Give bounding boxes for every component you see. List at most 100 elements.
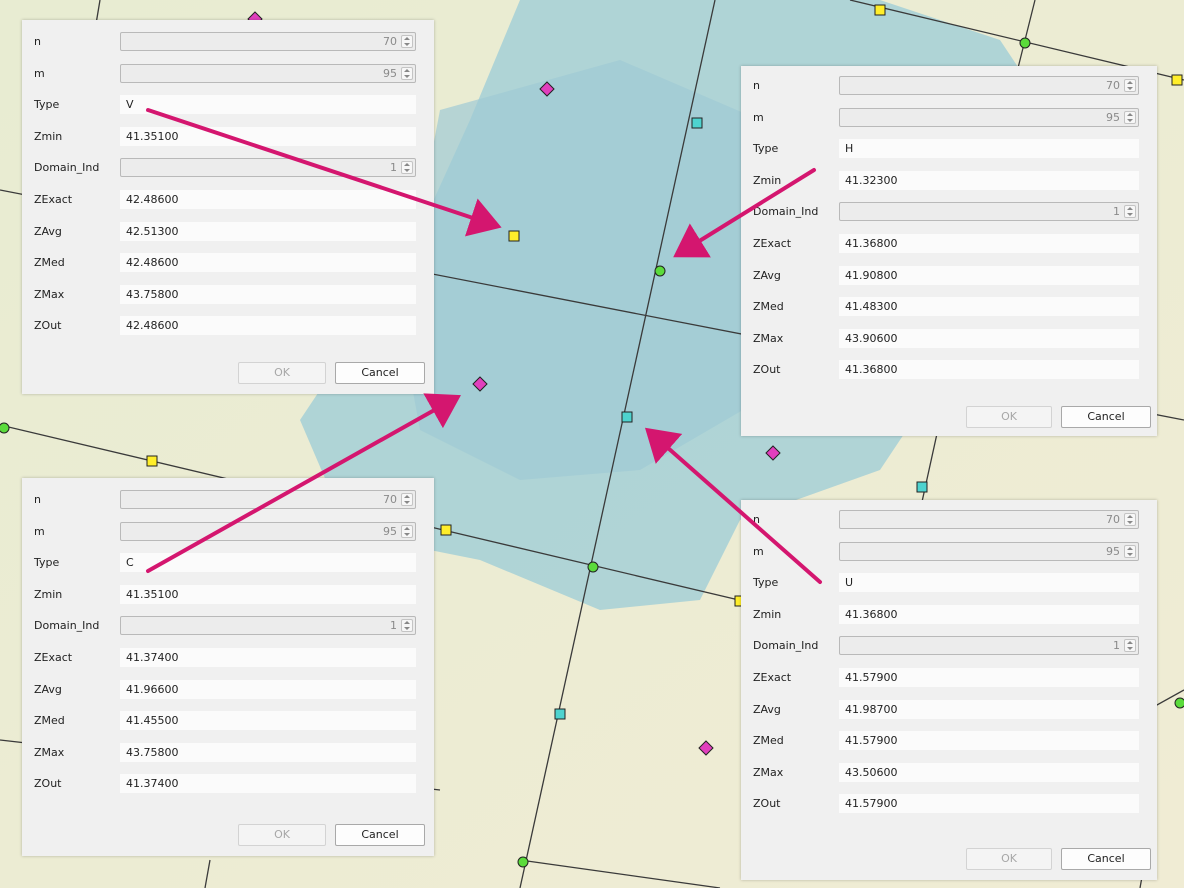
spinbox-arrows-icon[interactable] — [1124, 110, 1136, 124]
spinbox-arrows-icon[interactable] — [401, 161, 413, 175]
field-spinbox-m[interactable]: 95 — [120, 63, 416, 83]
field-value-zmin[interactable]: 41.36800 — [839, 604, 1139, 624]
field-spinbox-domain_ind[interactable]: 1 — [120, 158, 416, 178]
spin-up-arrow-icon[interactable] — [404, 163, 410, 167]
spinbox-arrows-icon[interactable] — [1124, 513, 1136, 526]
spin-down-arrow-icon[interactable] — [404, 74, 410, 78]
field-value-zavg[interactable]: 42.51300 — [120, 221, 416, 241]
spinbox-arrows-icon[interactable] — [1124, 205, 1136, 219]
spinbox-value: 1 — [1113, 205, 1120, 219]
field-value-zavg[interactable]: 41.98700 — [839, 699, 1139, 719]
yellow-square-node — [508, 230, 520, 242]
spin-up-arrow-icon[interactable] — [404, 68, 410, 72]
field-row-zmax: ZMax 43.50600 — [753, 762, 1157, 784]
field-value-zmin[interactable]: 41.35100 — [120, 126, 416, 146]
field-label-n: n — [753, 79, 760, 92]
spinbox-arrows-icon[interactable] — [1124, 79, 1136, 92]
cyan-square-node — [621, 411, 633, 423]
field-spinbox-n[interactable]: 70 — [839, 76, 1139, 95]
spin-down-arrow-icon[interactable] — [404, 501, 410, 504]
spin-up-arrow-icon[interactable] — [1127, 546, 1133, 550]
field-spinbox-domain_ind[interactable]: 1 — [839, 202, 1139, 222]
field-row-m: m 95 — [753, 107, 1157, 129]
field-value-type[interactable]: C — [120, 553, 416, 573]
spinbox-arrows-icon[interactable] — [401, 493, 413, 506]
field-value-zout[interactable]: 41.37400 — [120, 774, 416, 794]
field-label-zexact: ZExact — [753, 237, 792, 250]
spin-down-arrow-icon[interactable] — [404, 532, 410, 536]
field-row-zmed: ZMed 41.57900 — [753, 731, 1157, 752]
spin-up-arrow-icon[interactable] — [404, 37, 410, 40]
spinbox-arrows-icon[interactable] — [1124, 544, 1136, 558]
spinbox-arrows-icon[interactable] — [401, 524, 413, 538]
field-spinbox-domain_ind[interactable]: 1 — [839, 636, 1139, 656]
spin-down-arrow-icon[interactable] — [404, 43, 410, 46]
field-label-zavg: ZAvg — [753, 268, 781, 282]
field-spinbox-m[interactable]: 95 — [839, 541, 1139, 561]
spinbox-arrows-icon[interactable] — [401, 619, 413, 633]
field-value-zmed[interactable]: 42.48600 — [120, 253, 416, 273]
field-value-zmed[interactable]: 41.48300 — [839, 297, 1139, 317]
field-spinbox-n[interactable]: 70 — [120, 32, 416, 51]
field-value-zmax[interactable]: 43.75800 — [120, 284, 416, 304]
field-value-zavg[interactable]: 41.90800 — [839, 265, 1139, 285]
ok-button[interactable]: OK — [238, 824, 326, 846]
spinbox-arrows-icon[interactable] — [401, 35, 413, 48]
ok-button[interactable]: OK — [238, 362, 326, 384]
cancel-button[interactable]: Cancel — [335, 362, 425, 384]
field-value-zexact[interactable]: 41.36800 — [839, 234, 1139, 253]
cancel-button[interactable]: Cancel — [1061, 848, 1151, 870]
field-spinbox-n[interactable]: 70 — [120, 490, 416, 509]
field-value-zexact[interactable]: 41.57900 — [839, 668, 1139, 687]
field-value-type[interactable]: H — [839, 139, 1139, 159]
field-value-zout[interactable]: 41.57900 — [839, 794, 1139, 814]
field-row-zmax: ZMax 43.75800 — [34, 742, 434, 764]
field-row-type: Type V — [34, 95, 434, 116]
field-spinbox-m[interactable]: 95 — [839, 107, 1139, 127]
field-value-zmax[interactable]: 43.90600 — [839, 328, 1139, 348]
field-label-zmin: Zmin — [753, 173, 782, 187]
field-value-zmed[interactable]: 41.57900 — [839, 731, 1139, 751]
ok-button[interactable]: OK — [966, 406, 1052, 428]
spin-down-arrow-icon[interactable] — [1127, 552, 1133, 556]
spin-down-arrow-icon[interactable] — [1127, 521, 1133, 524]
spin-up-arrow-icon[interactable] — [1127, 641, 1133, 645]
spin-up-arrow-icon[interactable] — [404, 526, 410, 530]
spin-down-arrow-icon[interactable] — [1127, 87, 1133, 90]
field-spinbox-domain_ind[interactable]: 1 — [120, 616, 416, 636]
spin-down-arrow-icon[interactable] — [1127, 213, 1133, 217]
cancel-button[interactable]: Cancel — [1061, 406, 1151, 428]
spin-up-arrow-icon[interactable] — [1127, 81, 1133, 84]
spin-up-arrow-icon[interactable] — [1127, 515, 1133, 518]
field-value-zmed[interactable]: 41.45500 — [120, 711, 416, 731]
spin-up-arrow-icon[interactable] — [404, 495, 410, 498]
spin-up-arrow-icon[interactable] — [404, 621, 410, 625]
ok-button[interactable]: OK — [966, 848, 1052, 870]
field-value-zmax[interactable]: 43.50600 — [839, 762, 1139, 782]
field-value-zmax[interactable]: 43.75800 — [120, 742, 416, 762]
field-value-type[interactable]: V — [120, 95, 416, 115]
spin-up-arrow-icon[interactable] — [1127, 207, 1133, 211]
cancel-button[interactable]: Cancel — [335, 824, 425, 846]
field-value-zout[interactable]: 42.48600 — [120, 316, 416, 336]
spin-up-arrow-icon[interactable] — [1127, 112, 1133, 116]
field-value-type[interactable]: U — [839, 573, 1139, 593]
field-spinbox-n[interactable]: 70 — [839, 510, 1139, 529]
spin-down-arrow-icon[interactable] — [404, 627, 410, 631]
field-spinbox-m[interactable]: 95 — [120, 521, 416, 541]
field-label-zmax: ZMax — [753, 765, 784, 779]
field-value-zmin[interactable]: 41.35100 — [120, 584, 416, 604]
field-row-zmed: ZMed 41.45500 — [34, 711, 434, 732]
field-value-zexact[interactable]: 41.37400 — [120, 648, 416, 667]
field-value-zout[interactable]: 41.36800 — [839, 360, 1139, 380]
spinbox-arrows-icon[interactable] — [1124, 639, 1136, 653]
spin-down-arrow-icon[interactable] — [1127, 647, 1133, 651]
field-value-zavg[interactable]: 41.96600 — [120, 679, 416, 699]
field-label-zmed: ZMed — [34, 256, 65, 270]
spin-down-arrow-icon[interactable] — [404, 169, 410, 173]
spin-down-arrow-icon[interactable] — [1127, 118, 1133, 122]
field-row-zavg: ZAvg 42.51300 — [34, 221, 434, 243]
spinbox-arrows-icon[interactable] — [401, 66, 413, 80]
field-value-zmin[interactable]: 41.32300 — [839, 170, 1139, 190]
field-value-zexact[interactable]: 42.48600 — [120, 190, 416, 209]
